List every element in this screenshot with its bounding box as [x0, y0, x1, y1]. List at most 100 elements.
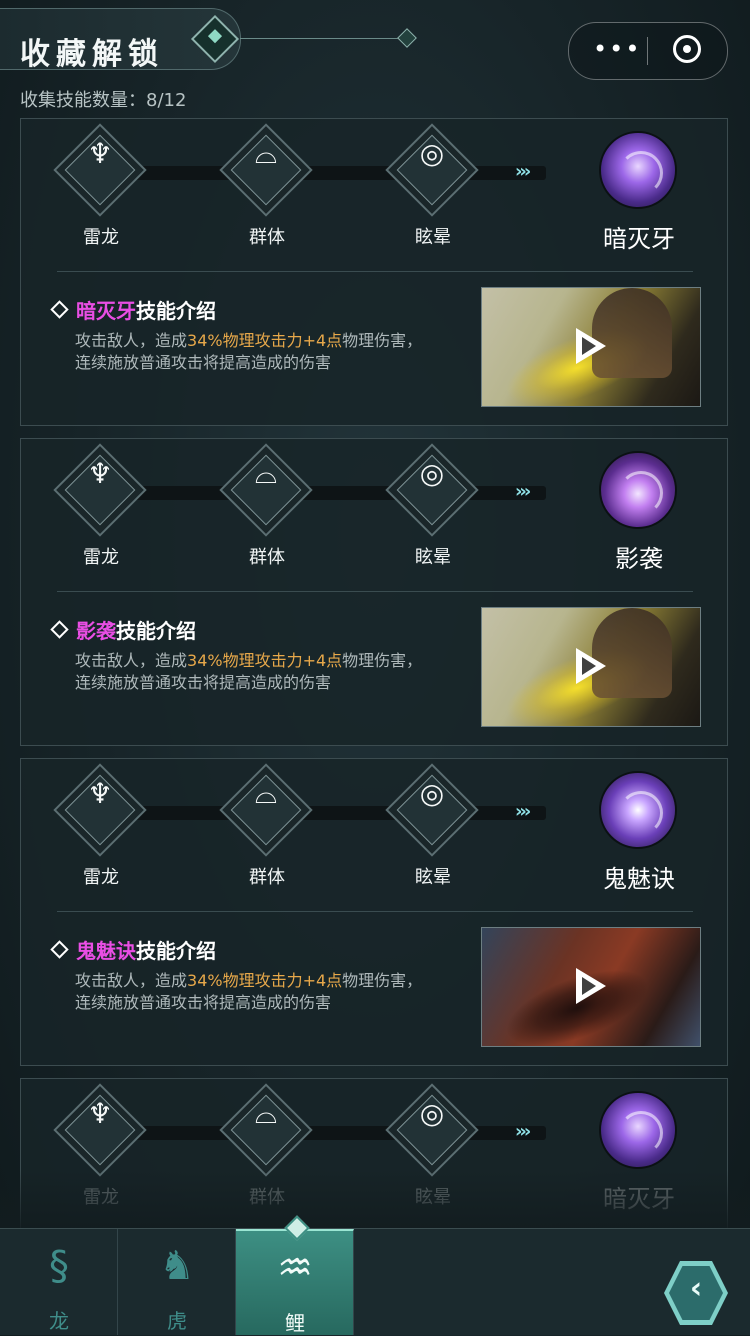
collection-count: 收集技能数量：8/12 — [20, 90, 187, 111]
group-arc-icon: ⌓ — [254, 1097, 278, 1130]
arrow-chevrons-icon: ››› — [515, 1121, 531, 1142]
play-icon[interactable] — [576, 328, 606, 364]
node-label: 群体 — [249, 227, 285, 248]
skill-card: ››› ♆ 雷龙 ⌓ 群体 ◎ 眩晕 影袭 影袭技能介绍 攻击敌人，造成34%物… — [20, 438, 728, 746]
desc-suffix: 物理伤害， — [342, 651, 423, 670]
node-label: 眩晕 — [415, 867, 451, 888]
dragon-emblem-icon: ♆ — [87, 137, 113, 170]
title-divider — [240, 38, 400, 39]
desc-line2: 连续施放普通攻击将提高造成的伤害 — [75, 673, 332, 692]
tab-carp[interactable]: ♒ 鲤 — [236, 1215, 354, 1335]
desc-prefix: 攻击敌人，造成 — [75, 331, 188, 350]
diamond-bullet-icon — [50, 620, 69, 639]
diamond-icon — [397, 28, 417, 48]
tab-tiger[interactable]: ♞ 虎 — [118, 1229, 236, 1335]
swirl-icon: ◎ — [419, 1097, 445, 1130]
skill-name: 影袭 — [615, 545, 663, 573]
node-label: 眩晕 — [415, 547, 451, 568]
tab-label: 鲤 — [285, 1311, 305, 1335]
back-arrow-icon: ‹ — [689, 1271, 703, 1306]
diamond-bullet-icon — [50, 300, 69, 319]
group-arc-icon: ⌓ — [254, 457, 278, 490]
intro-skill-name: 鬼魅诀 — [76, 939, 136, 963]
desc-prefix: 攻击敌人，造成 — [75, 971, 188, 990]
arrow-chevrons-icon: ››› — [515, 801, 531, 822]
desc-prefix: 攻击敌人，造成 — [75, 651, 188, 670]
intro-title: 暗灭牙技能介绍 — [50, 295, 216, 324]
tab-dragon[interactable]: § 龙 — [0, 1229, 118, 1335]
progress-track — [116, 486, 546, 500]
skill-orb-icon[interactable] — [599, 451, 677, 529]
arrow-chevrons-icon: ››› — [515, 481, 531, 502]
node-label: 群体 — [249, 867, 285, 888]
group-arc-icon: ⌓ — [254, 137, 278, 170]
intro-title: 影袭技能介绍 — [50, 615, 196, 644]
desc-highlight: 34%物理攻击力+4点 — [187, 331, 343, 350]
mini-program-capsule: ••• — [568, 22, 728, 80]
progress-track — [116, 806, 546, 820]
skill-description: 攻击敌人，造成34%物理攻击力+4点物理伤害， 连续施放普通攻击将提高造成的伤害 — [75, 330, 485, 374]
intro-suffix: 技能介绍 — [136, 299, 216, 323]
skill-name: 鬼魅诀 — [603, 865, 675, 893]
tiger-icon: ♞ — [159, 1243, 195, 1289]
skill-orb-icon[interactable] — [599, 131, 677, 209]
intro-suffix: 技能介绍 — [116, 619, 196, 643]
bottom-tab-bar: § 龙 ♞ 虎 ♒ 鲤 ‹ — [0, 1215, 750, 1335]
intro-title: 鬼魅诀技能介绍 — [50, 935, 216, 964]
carp-icon: ♒ — [277, 1245, 313, 1291]
node-label: 雷龙 — [83, 547, 119, 568]
node-label: 眩晕 — [415, 227, 451, 248]
progress-track — [116, 1126, 546, 1140]
node-label: 雷龙 — [83, 1187, 119, 1208]
swirl-icon: ◎ — [419, 457, 445, 490]
more-menu-icon[interactable]: ••• — [593, 35, 641, 63]
skill-description: 攻击敌人，造成34%物理攻击力+4点物理伤害， 连续施放普通攻击将提高造成的伤害 — [75, 970, 485, 1014]
desc-suffix: 物理伤害， — [342, 331, 423, 350]
skill-name: 暗灭牙 — [603, 1185, 675, 1213]
close-target-icon[interactable] — [673, 35, 701, 63]
intro-skill-name: 影袭 — [76, 619, 116, 643]
video-thumbnail[interactable] — [481, 927, 701, 1047]
desc-line2: 连续施放普通攻击将提高造成的伤害 — [75, 353, 332, 372]
header-bar: 收藏解锁 ••• — [0, 0, 750, 80]
node-label: 雷龙 — [83, 867, 119, 888]
video-thumbnail[interactable] — [481, 287, 701, 407]
page-title: 收藏解锁 — [20, 37, 164, 72]
node-label: 眩晕 — [415, 1187, 451, 1208]
skill-description: 攻击敌人，造成34%物理攻击力+4点物理伤害， 连续施放普通攻击将提高造成的伤害 — [75, 650, 485, 694]
skill-orb-icon[interactable] — [599, 771, 677, 849]
desc-highlight: 34%物理攻击力+4点 — [187, 651, 343, 670]
dragon-icon: § — [49, 1243, 69, 1289]
desc-highlight: 34%物理攻击力+4点 — [187, 971, 343, 990]
progress-track — [116, 166, 546, 180]
card-divider — [57, 911, 693, 912]
desc-suffix: 物理伤害， — [342, 971, 423, 990]
node-label: 群体 — [249, 547, 285, 568]
intro-skill-name: 暗灭牙 — [76, 299, 136, 323]
group-arc-icon: ⌓ — [254, 777, 278, 810]
card-divider — [57, 271, 693, 272]
video-thumbnail[interactable] — [481, 607, 701, 727]
swirl-icon: ◎ — [419, 137, 445, 170]
skill-card: ››› ♆ 雷龙 ⌓ 群体 ◎ 眩晕 鬼魅诀 鬼魅诀技能介绍 攻击敌人，造成34… — [20, 758, 728, 1066]
node-label: 群体 — [249, 1187, 285, 1208]
play-icon[interactable] — [576, 968, 606, 1004]
capsule-divider — [647, 37, 648, 65]
card-divider — [57, 591, 693, 592]
swirl-icon: ◎ — [419, 777, 445, 810]
tab-label: 龙 — [49, 1309, 69, 1333]
skill-card: ››› ♆ 雷龙 ⌓ 群体 ◎ 眩晕 暗灭牙 暗灭牙技能介绍 攻击敌人，造成34… — [20, 118, 728, 426]
skill-orb-icon[interactable] — [599, 1091, 677, 1169]
tab-label: 虎 — [167, 1309, 187, 1333]
skill-card: ››› ♆ 雷龙 ⌓ 群体 ◎ 眩晕 暗灭牙 — [20, 1078, 728, 1238]
desc-line2: 连续施放普通攻击将提高造成的伤害 — [75, 993, 332, 1012]
dragon-emblem-icon: ♆ — [87, 777, 113, 810]
node-label: 雷龙 — [83, 227, 119, 248]
back-button[interactable]: ‹ — [664, 1261, 728, 1325]
diamond-bullet-icon — [50, 940, 69, 959]
dragon-emblem-icon: ♆ — [87, 1097, 113, 1130]
arrow-chevrons-icon: ››› — [515, 161, 531, 182]
dragon-emblem-icon: ♆ — [87, 457, 113, 490]
play-icon[interactable] — [576, 648, 606, 684]
intro-suffix: 技能介绍 — [136, 939, 216, 963]
